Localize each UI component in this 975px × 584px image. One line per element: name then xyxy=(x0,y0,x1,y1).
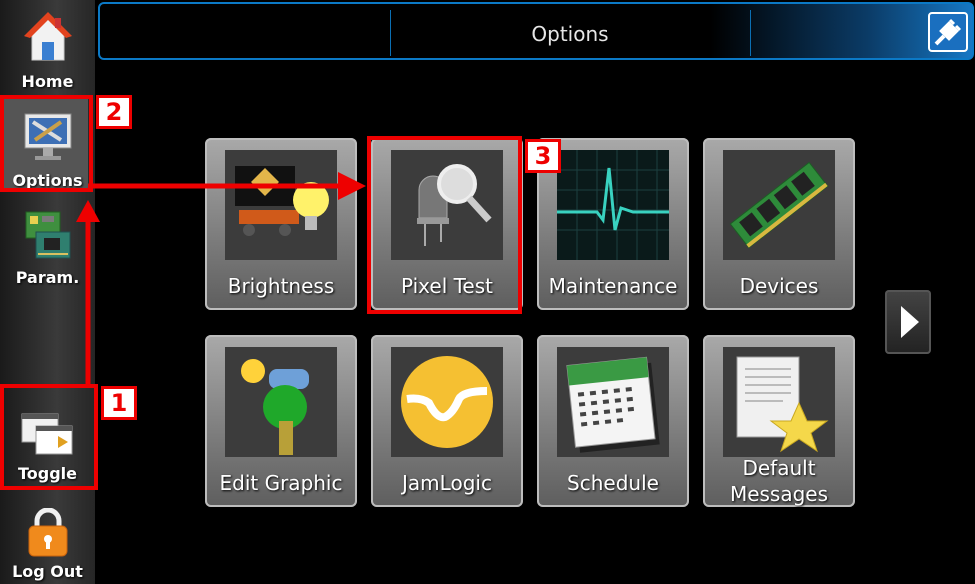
house-icon xyxy=(23,12,72,61)
tile-label: Edit Graphic xyxy=(219,471,343,495)
tile-label: Maintenance xyxy=(548,274,678,298)
header-bar: Options xyxy=(98,2,974,60)
sidebar: Home Options Param. Toggle Log Out xyxy=(0,0,95,584)
exit-button[interactable] xyxy=(928,12,968,52)
highlight-options xyxy=(0,95,93,192)
document-star-icon xyxy=(736,356,829,453)
sidebar-item-logout[interactable]: Log Out xyxy=(0,500,95,584)
tile-jamlogic[interactable]: JamLogic xyxy=(371,335,523,507)
tile-image xyxy=(557,150,669,260)
chevron-right-icon xyxy=(901,306,919,338)
tile-image xyxy=(391,347,503,457)
tile-image xyxy=(723,150,835,260)
sidebar-item-label: Home xyxy=(21,72,74,91)
tile-label: Brightness xyxy=(227,274,335,298)
tile-schedule[interactable]: Schedule xyxy=(537,335,689,507)
sidebar-item-param[interactable]: Param. xyxy=(0,200,95,290)
sidebar-item-home[interactable]: Home xyxy=(0,0,95,95)
next-page-button[interactable] xyxy=(885,290,931,354)
tile-brightness[interactable]: Brightness xyxy=(205,138,357,310)
step-badge-1: 1 xyxy=(101,386,137,420)
highlight-toggle xyxy=(0,384,98,490)
tile-image xyxy=(225,347,337,457)
circuit-board-icon xyxy=(25,211,70,259)
tile-label: Devices xyxy=(739,274,819,298)
highlight-pixel-test xyxy=(367,136,522,314)
unplug-icon xyxy=(934,18,962,46)
tile-image xyxy=(557,347,669,457)
calendar-icon xyxy=(566,356,660,453)
tile-edit-graphic[interactable]: Edit Graphic xyxy=(205,335,357,507)
tile-label: JamLogic xyxy=(402,471,492,495)
sidebar-item-label: Log Out xyxy=(12,562,83,581)
tree-sun-icon xyxy=(241,359,309,455)
heartbeat-monitor-icon xyxy=(557,150,669,260)
lock-icon xyxy=(28,508,67,557)
memory-module-icon xyxy=(729,161,829,249)
step-badge-3: 3 xyxy=(525,139,561,173)
sidebar-item-label: Param. xyxy=(15,268,80,287)
tile-label: Schedule xyxy=(567,471,659,495)
header-divider xyxy=(750,10,751,56)
tile-image xyxy=(225,150,337,260)
jamlogic-logo-icon xyxy=(401,356,493,448)
step-badge-2: 2 xyxy=(96,95,132,129)
brightness-icon xyxy=(235,166,329,236)
tile-image xyxy=(723,347,835,457)
tile-devices[interactable]: Devices xyxy=(703,138,855,310)
page-title: Options xyxy=(531,22,609,46)
tile-default-messages[interactable]: Default Messages xyxy=(703,335,855,507)
tile-label: Default Messages xyxy=(729,456,829,506)
